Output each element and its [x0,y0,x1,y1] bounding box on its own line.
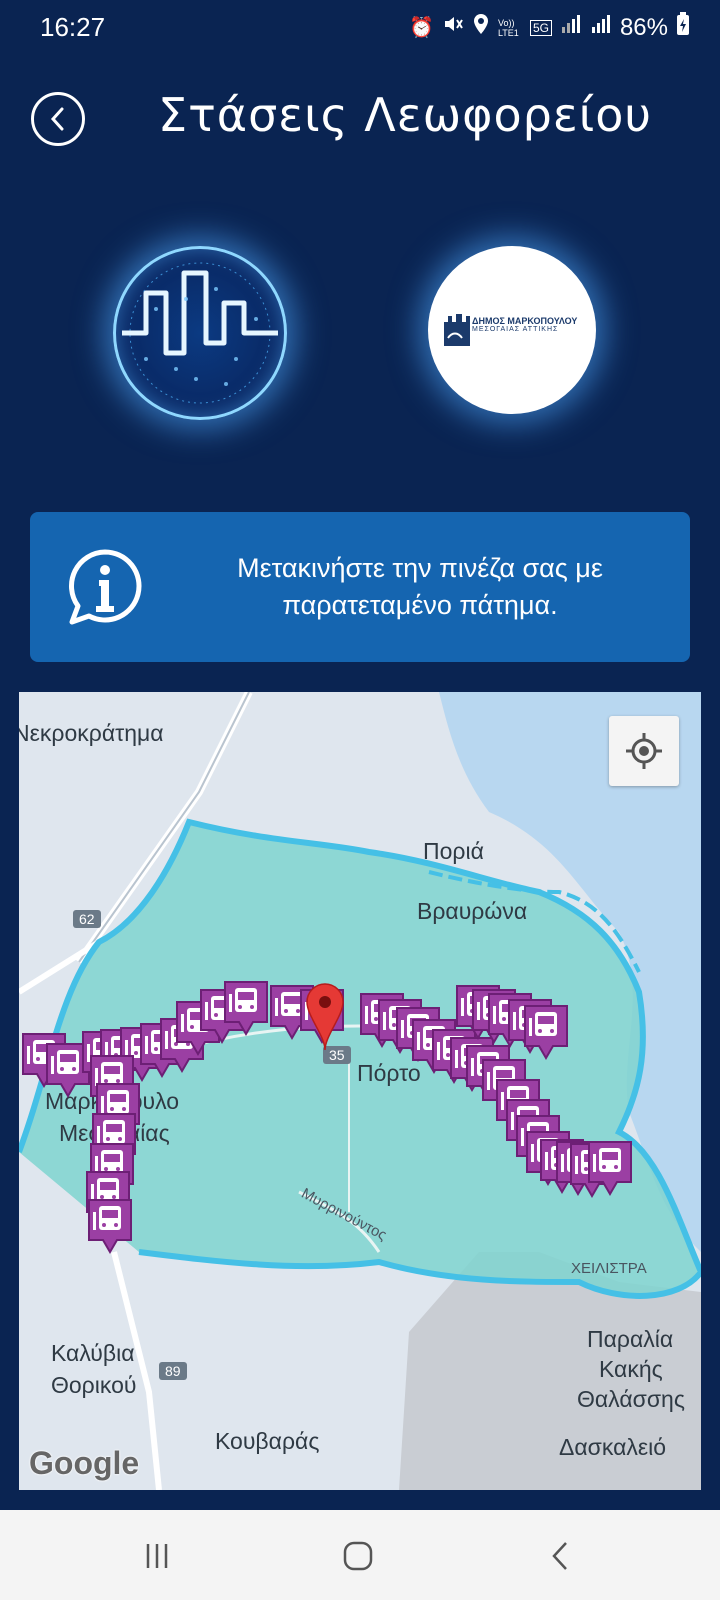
map-label-kakis: Κακής [599,1356,663,1382]
map-label-nekrokratima: Νεκροκράτημα [19,720,164,746]
status-time: 16:27 [40,12,106,42]
info-text: Μετακινήστε την πινέζα σας με παρατεταμέ… [237,553,603,620]
smart-city-logo[interactable] [113,246,287,420]
map-label-kouvaras: Κουβαράς [215,1428,320,1454]
battery-icon [676,12,690,43]
bus-stop-icon[interactable] [87,1198,133,1254]
municipality-subtitle: ΜΕΣΟΓΑΙΑΣ ΑΤΤΙΚΗΣ [472,326,559,333]
chevron-left-icon [50,107,64,131]
bus-stop-icon[interactable] [587,1140,633,1196]
signal-icon [590,13,612,42]
castle-icon [444,314,470,346]
map-label-daskaleio: Δασκαλειό [559,1434,667,1460]
municipality-name: ΔΗΜΟΣ ΜΑΡΚΟΠΟΥΛΟΥ [472,316,578,326]
mute-icon [442,13,464,42]
page-title: Στάσεις Λεωφορείου [158,88,653,142]
smart-city-icon [122,262,278,404]
home-button[interactable] [338,1538,378,1574]
road-badge-89: 89 [159,1362,187,1380]
map-label-vravrona: Βραυρώνα [417,898,528,924]
location-icon [472,13,490,42]
map-label-poria: Πoριά [423,838,484,864]
road-badge-62: 62 [73,910,101,928]
info-bubble-icon [69,549,142,625]
my-location-icon [626,733,662,769]
system-nav-bar [0,1510,720,1600]
map-label-cheilistra: ΧΕΙΛΙΣΤΡΑ [571,1260,647,1277]
info-banner: Μετακινήστε την πινέζα σας με παρατεταμέ… [30,512,690,662]
map-pin-icon[interactable] [305,982,345,1052]
app-header: Στάσεις Λεωφορείου [0,86,720,156]
bus-stop-icon[interactable] [223,980,269,1036]
home-icon [343,1541,373,1571]
map-label-thorikou: Θορικού [51,1372,137,1398]
map-label-paralia: Παραλία [587,1326,674,1352]
my-location-button[interactable] [609,716,679,786]
municipality-logo[interactable]: ΔΗΜΟΣ ΜΑΡΚΟΠΟΥΛΟΥ ΜΕΣΟΓΑΙΑΣ ΑΤΤΙΚΗΣ [428,246,596,414]
recents-button[interactable] [140,1538,174,1574]
recents-icon [146,1544,168,1568]
nav-back-button[interactable] [545,1538,575,1574]
status-bar: 16:27 ⏰ Vo)) LTE1 5G 86% [0,0,720,54]
5g-icon: 5G [529,19,552,36]
signal-icon [560,13,582,42]
bus-stop-icon[interactable] [523,1004,569,1060]
back-icon [552,1542,567,1570]
status-icons: ⏰ Vo)) LTE1 5G 86% [409,12,690,43]
alarm-icon: ⏰ [409,16,434,39]
back-button[interactable] [31,92,85,146]
map-view[interactable]: Νεκροκράτημα Πoριά Βραυρώνα Μαρκόπουλο Μ… [19,692,701,1490]
map-label-kalyvia: Καλύβια [51,1340,135,1366]
google-attribution: Google [29,1445,140,1481]
battery-percentage: 86% [619,13,668,41]
map-label-thalassis: Θαλάσσης [577,1386,685,1412]
volte-icon: Vo)) LTE1 [497,17,519,38]
